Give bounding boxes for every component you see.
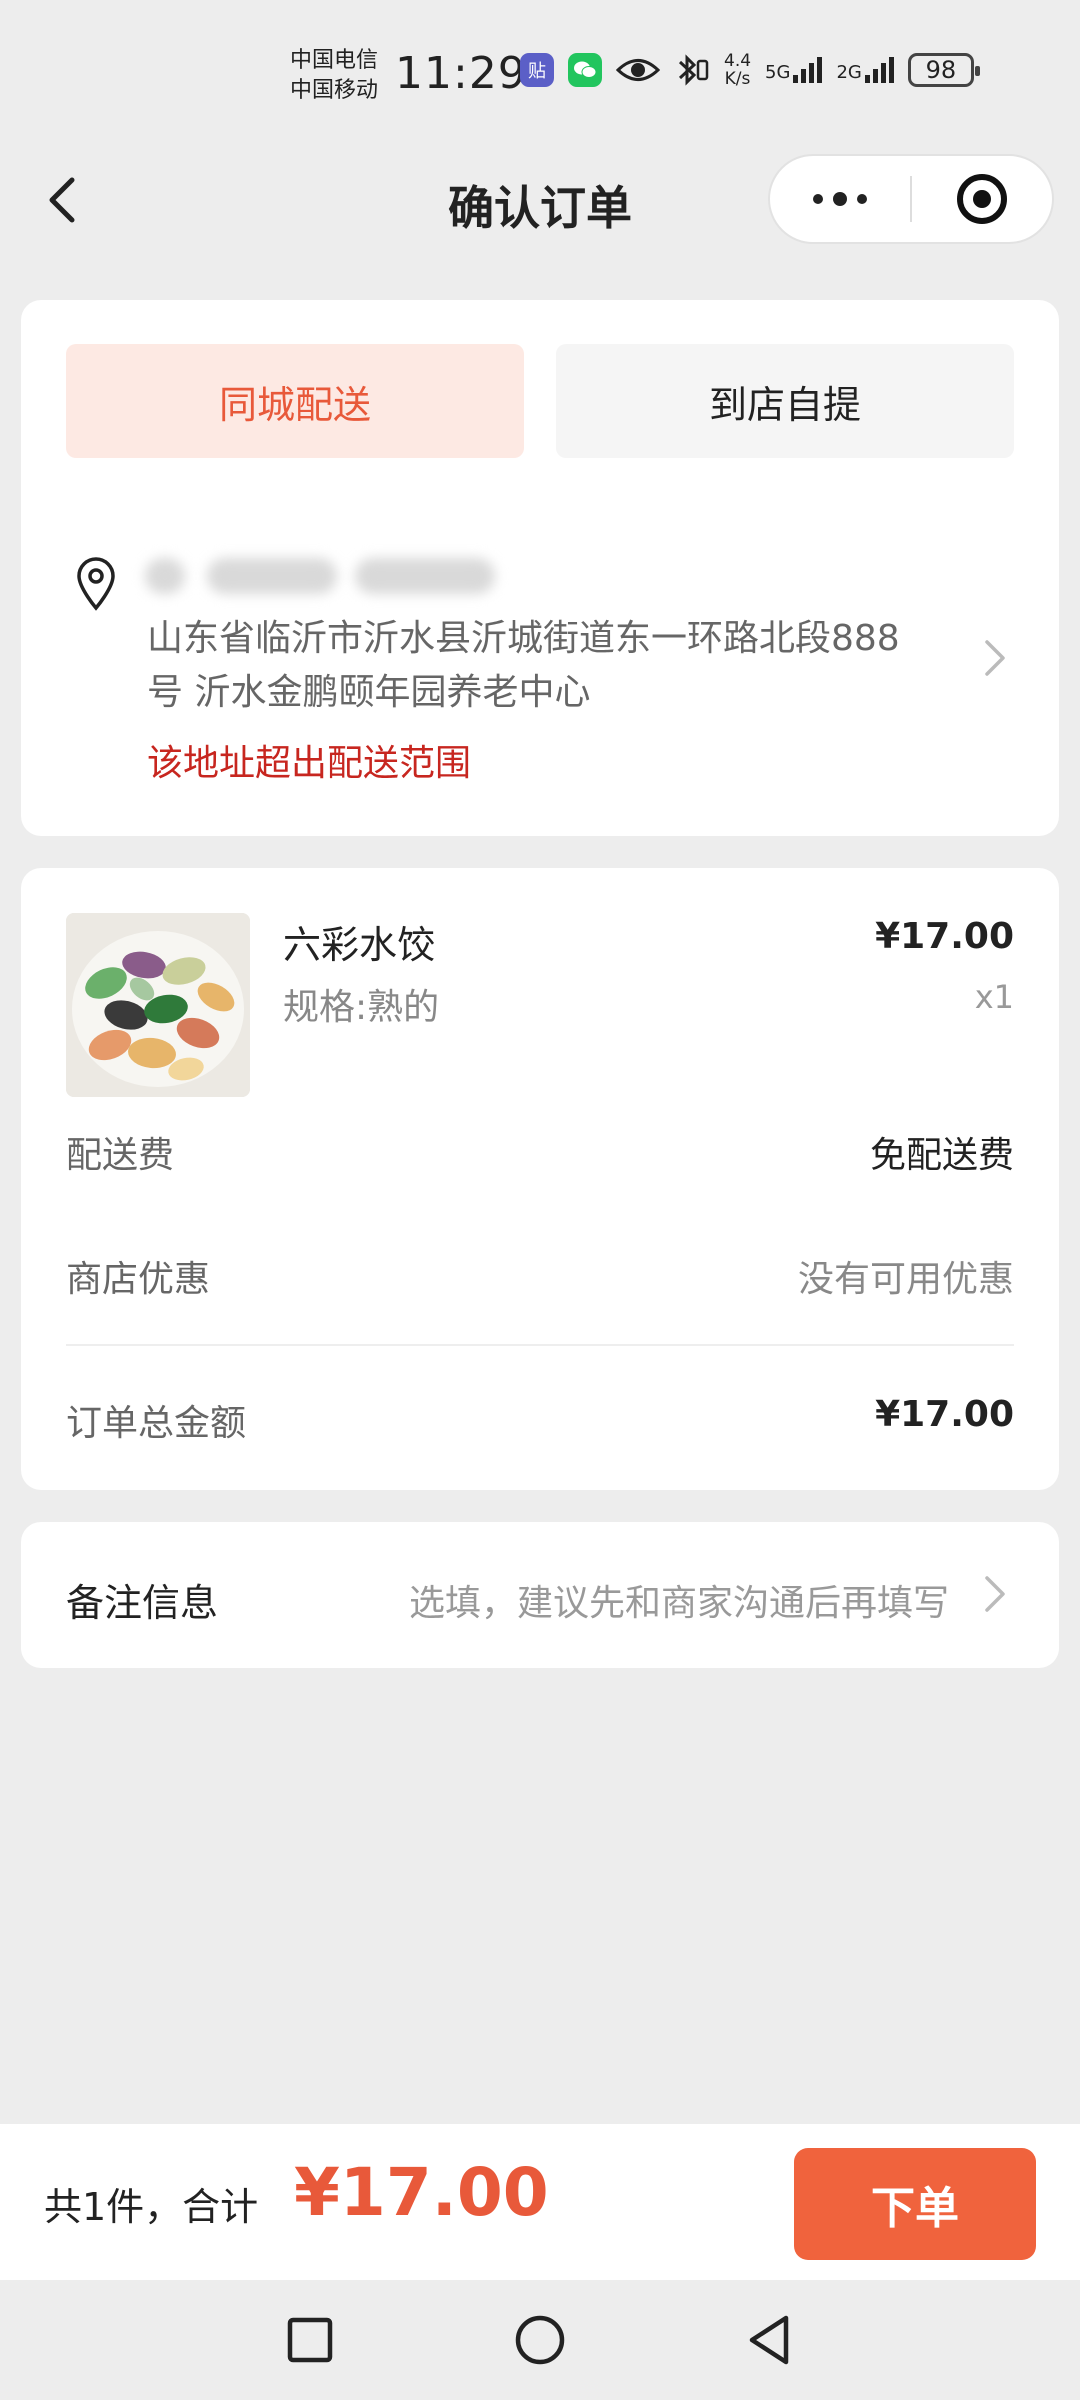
- shipping-fee-value: 免配送费: [869, 1135, 1014, 1176]
- store-discount-value[interactable]: 没有可用优惠: [798, 1250, 1014, 1302]
- checkout-bar: 共1件，合计 ¥17.00 下单: [0, 2124, 1080, 2280]
- carrier-2: 中国移动: [290, 78, 379, 103]
- battery-level: 98: [925, 56, 957, 84]
- more-dot-icon: [813, 194, 823, 204]
- order-summary-card: 六彩水饺 规格:熟的 ¥17.00 x1 配送费 免配送费 商店优惠 没有可用优…: [21, 868, 1059, 1490]
- tab-store-pickup[interactable]: 到店自提: [556, 344, 1014, 458]
- tab-local-delivery[interactable]: 同城配送: [66, 344, 524, 458]
- delivery-card: 同城配送 到店自提 山东省临沂市沂水县沂城街道东一环路北段888号 沂水金鹏颐年…: [21, 300, 1059, 836]
- back-triangle-icon[interactable]: [740, 2310, 800, 2370]
- network-type-1: 5G: [765, 62, 791, 83]
- out-of-range-warning: 该地址超出配送范围: [147, 743, 472, 784]
- product-quantity: x1: [974, 978, 1014, 1016]
- tieba-app-icon: 贴: [520, 53, 554, 87]
- signal-2g: 2G: [836, 57, 894, 83]
- eye-icon: [616, 59, 660, 81]
- place-order-button[interactable]: 下单: [794, 2148, 1036, 2260]
- battery-indicator: 98: [907, 53, 980, 87]
- nav-bar: 确认订单: [0, 140, 1080, 260]
- network-type-2: 2G: [836, 62, 862, 83]
- product-price: ¥17.00: [875, 916, 1014, 957]
- redacted-contact-info: [145, 552, 505, 598]
- chevron-right-icon[interactable]: [983, 638, 1007, 678]
- recent-apps-square-icon[interactable]: [280, 2310, 340, 2370]
- signal-bars-icon: [864, 57, 894, 83]
- product-name: 六彩水饺: [283, 923, 436, 967]
- remark-placeholder[interactable]: 选填，建议先和商家沟通后再填写: [409, 1574, 949, 1626]
- more-dot-icon: [833, 192, 847, 206]
- address-text[interactable]: 山东省临沂市沂水县沂城街道东一环路北段888号 沂水金鹏颐年园养老中心: [147, 612, 917, 720]
- carrier-1: 中国电信: [290, 48, 379, 73]
- store-discount-label: 商店优惠: [66, 1259, 211, 1300]
- miniprogram-capsule: [768, 154, 1054, 244]
- status-bar: 中国电信 中国移动 11:29 贴 4.4 K/s 5G 2G 98: [0, 0, 1080, 140]
- status-icons: 贴 4.4 K/s 5G 2G 98: [520, 52, 980, 88]
- network-speed: 4.4 K/s: [724, 52, 751, 88]
- app-badge-label: 贴: [528, 61, 546, 82]
- more-button[interactable]: [770, 156, 910, 242]
- net-speed-value: 4.4: [724, 51, 752, 71]
- status-time: 11:29: [395, 48, 527, 99]
- signal-bars-icon: [793, 57, 823, 83]
- order-total-value: ¥17.00: [875, 1394, 1014, 1435]
- target-close-icon: [957, 174, 1007, 224]
- order-total-label: 订单总金额: [66, 1403, 247, 1444]
- bluetooth-icon: [678, 54, 709, 86]
- carrier-info: 中国电信 中国移动: [290, 46, 378, 106]
- chevron-right-icon: [985, 1576, 1005, 1612]
- remark-label: 备注信息: [66, 1581, 219, 1625]
- shipping-fee-label: 配送费: [66, 1135, 175, 1176]
- item-count-summary: 共1件，合计: [44, 2185, 259, 2229]
- more-dot-icon: [857, 194, 867, 204]
- product-image[interactable]: [66, 913, 250, 1097]
- remark-row[interactable]: 备注信息 选填，建议先和商家沟通后再填写: [21, 1522, 1059, 1668]
- close-miniprogram-button[interactable]: [912, 156, 1052, 242]
- home-circle-icon[interactable]: [510, 2310, 570, 2370]
- net-speed-unit: K/s: [724, 69, 751, 89]
- location-pin-icon: [77, 557, 115, 611]
- system-nav-bar: [0, 2280, 1080, 2400]
- checkout-total-amount: ¥17.00: [294, 2154, 549, 2231]
- signal-5g: 5G: [765, 57, 823, 83]
- row-divider: [66, 1344, 1014, 1346]
- product-spec: 规格:熟的: [283, 987, 440, 1028]
- wechat-icon: [568, 53, 602, 87]
